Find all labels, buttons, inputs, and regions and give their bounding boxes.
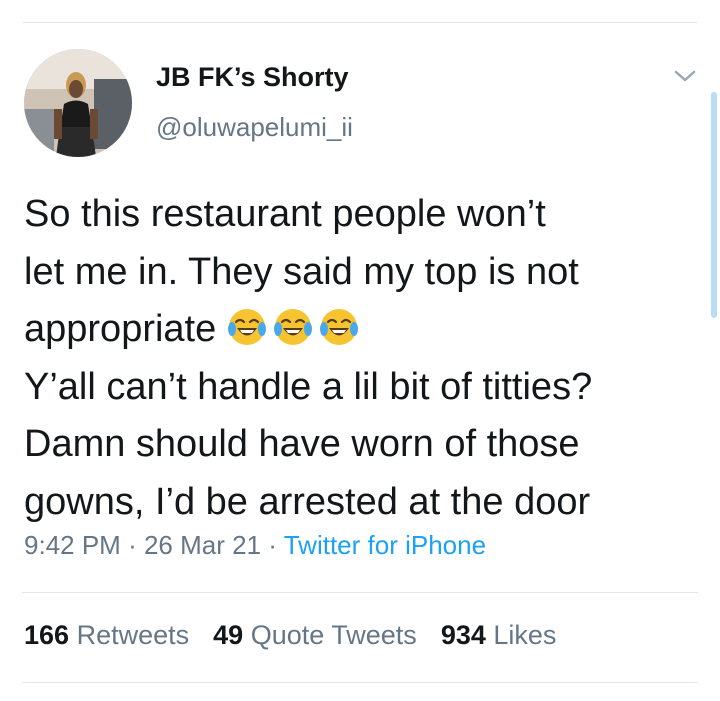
likes-label: Likes bbox=[493, 620, 557, 650]
likes-stat[interactable]: 934 Likes bbox=[441, 620, 557, 650]
tweet-line: Damn should have worn of those bbox=[24, 423, 580, 465]
retweets-stat[interactable]: 166 Retweets bbox=[24, 620, 189, 650]
retweets-count: 166 bbox=[24, 620, 70, 650]
avatar-photo bbox=[24, 49, 132, 157]
tweet-line: gowns, I’d be arrested at the door bbox=[24, 480, 591, 523]
tweet-date[interactable]: 26 Mar 21 bbox=[144, 530, 261, 560]
avatar[interactable] bbox=[24, 49, 132, 157]
laughing-crying-emoji-icon bbox=[273, 309, 312, 345]
user-handle[interactable]: @oluwapelumi_ii bbox=[156, 112, 353, 143]
quote-tweets-count: 49 bbox=[213, 620, 244, 650]
display-name[interactable]: JB FK’s Shorty bbox=[156, 62, 349, 93]
meta-separator: · bbox=[128, 530, 137, 560]
tweet-stats: 166 Retweets 49 Quote Tweets 934 Likes bbox=[24, 620, 556, 651]
tweet-line: appropriate bbox=[24, 308, 217, 350]
top-divider bbox=[22, 22, 698, 23]
meta-divider bbox=[22, 592, 698, 593]
tweet-time[interactable]: 9:42 PM bbox=[24, 530, 121, 560]
chevron-down-icon[interactable] bbox=[673, 66, 697, 86]
quote-tweets-stat[interactable]: 49 Quote Tweets bbox=[213, 620, 417, 650]
stats-divider bbox=[22, 682, 698, 683]
tweet-line-with-emoji: appropriate bbox=[24, 301, 704, 359]
tweet-line: Y’all can’t handle a lil bit of titties? bbox=[24, 365, 593, 408]
tweet-line: So this restaurant people won’t bbox=[24, 193, 546, 235]
meta-separator: · bbox=[268, 530, 277, 560]
retweets-label: Retweets bbox=[76, 620, 190, 650]
quote-tweets-label: Quote Tweets bbox=[250, 620, 417, 650]
laughing-crying-emoji-icon bbox=[319, 309, 358, 345]
likes-count: 934 bbox=[440, 620, 486, 650]
tweet-text: So this restaurant people won’t let me i… bbox=[24, 186, 704, 531]
tweet-source-link[interactable]: Twitter for iPhone bbox=[284, 530, 486, 560]
scrollbar[interactable] bbox=[711, 92, 717, 318]
laughing-crying-emoji-icon bbox=[227, 309, 266, 345]
tweet-meta: 9:42 PM · 26 Mar 21 · Twitter for iPhone bbox=[24, 530, 486, 561]
tweet-line: let me in. They said my top is not bbox=[24, 250, 579, 293]
